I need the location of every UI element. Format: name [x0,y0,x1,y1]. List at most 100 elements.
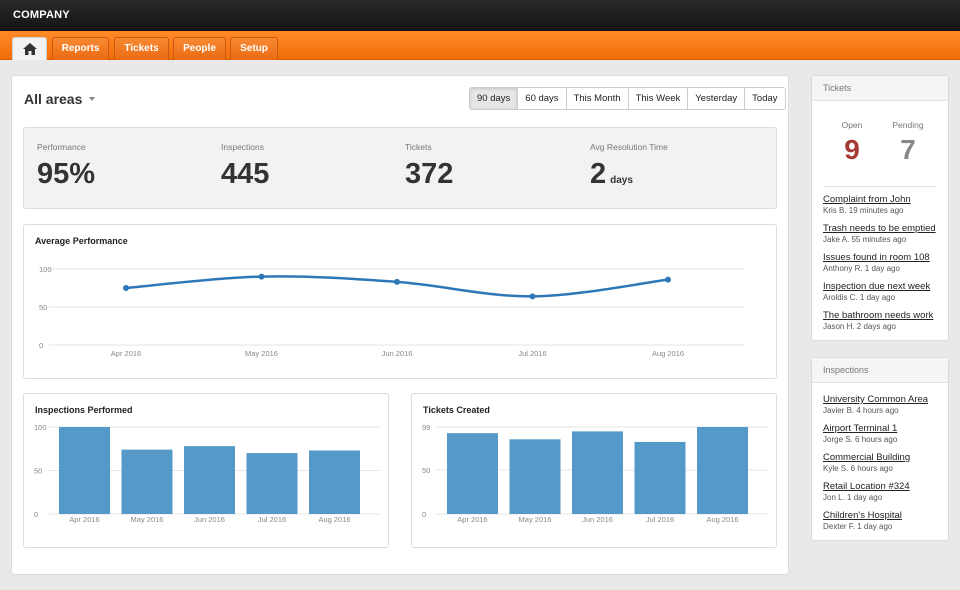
x-tick-label: Jun 2016 [582,515,613,524]
inspection-meta: Jon L. 1 day ago [823,493,883,502]
stat-label: Performance [37,142,86,152]
tab-home[interactable] [12,37,47,60]
tickets-created-chart: Tickets Created 0 50 99 Apr 2016 May 2016 Jun… [411,393,777,548]
bar [634,441,686,514]
area-selector[interactable]: All areas [24,91,82,107]
bar [697,427,748,514]
y-tick-label: 0 [39,341,43,350]
bar [121,449,173,514]
open-label: Open [841,120,863,130]
ticket-feed: Complaint from John Kris B. 19 minutes a… [823,194,936,339]
list-item: Complaint from John Kris B. 19 minutes a… [823,194,936,216]
stats-summary: Performance 95% Inspections 445 Tickets … [23,127,777,209]
ticket-link[interactable]: Issues found in room 108 [823,252,936,264]
x-tick-label: Aug 2016 [318,515,350,524]
dashboard-panel: All areas 90 days 60 days This Month Thi… [11,75,789,575]
ticket-meta: Jake A. 55 minutes ago [823,235,907,244]
ticket-meta: Kris B. 19 minutes ago [823,206,904,215]
inspection-link[interactable]: Commercial Building [823,452,928,464]
open-count[interactable]: 9 [822,134,882,166]
y-tick-label: 100 [39,265,52,274]
tab-people[interactable]: People [173,37,226,60]
inspections-panel-heading: Inspections [812,358,948,383]
pending-count[interactable]: 7 [878,134,938,166]
x-tick-label: Apr 2016 [457,515,487,524]
y-tick-label: 0 [422,510,426,519]
inspections-performed-plot: 0 50 100 Apr 2016 May 2016 Jun 2016 Jul 2016 Au… [34,423,380,524]
y-tick-label: 50 [34,467,42,476]
inspection-meta: Javier B. 4 hours ago [823,406,899,415]
data-point [394,278,400,285]
range-60-days[interactable]: 60 days [517,88,566,109]
list-item: Trash needs to be emptied Jake A. 55 min… [823,223,936,245]
ticket-meta: Anthony R. 1 day ago [823,264,900,273]
x-tick-label: Jul 2016 [646,515,674,524]
data-point [258,273,265,280]
data-point [123,285,129,291]
y-tick-label: 50 [422,466,430,475]
bar [59,427,110,514]
x-tick-label: Apr 2016 [69,515,99,524]
y-tick-label: 0 [34,510,38,519]
x-tick-label: May 2016 [131,515,164,524]
ticket-link[interactable]: The bathroom needs work [823,310,936,322]
stat-unit: days [610,175,633,186]
x-tick-label: Jun 2016 [194,515,225,524]
tab-tickets[interactable]: Tickets [114,37,169,60]
date-range-selector: 90 days 60 days This Month This Week Yes… [469,87,786,110]
stat-label: Avg Resolution Time [590,142,668,152]
stat-value: 2 days [590,158,633,190]
x-tick-label: Aug 2016 [652,349,684,358]
range-this-month[interactable]: This Month [565,88,628,109]
average-performance-chart: Average Performance 0 50 100 Apr 2016 May 20… [23,224,777,379]
x-tick-label: Jun 2016 [382,349,413,358]
bar [509,439,561,514]
list-item: The bathroom needs work Jason H. 2 days … [823,310,936,332]
x-tick-label: Apr 2016 [111,349,141,358]
range-yesterday[interactable]: Yesterday [687,88,745,109]
list-item: Issues found in room 108 Anthony R. 1 da… [823,252,936,274]
ticket-link[interactable]: Trash needs to be emptied [823,223,936,235]
pending-label: Pending [892,120,924,130]
x-tick-label: May 2016 [245,349,278,358]
ticket-link[interactable]: Complaint from John [823,194,936,206]
stat-value: 445 [221,158,270,190]
company-logo: COMPANY [13,9,70,21]
bar [309,450,360,514]
tickets-panel: Tickets Open 9 Pending 7 Complaint from … [811,75,949,341]
inspection-link[interactable]: Airport Terminal 1 [823,423,928,435]
list-item: Commercial Building Kyle S. 6 hours ago [823,452,928,474]
inspection-meta: Dexter F. 1 day ago [823,522,893,531]
tab-setup[interactable]: Setup [230,37,278,60]
data-point [529,293,536,300]
range-90-days[interactable]: 90 days [470,88,518,109]
bar [246,453,298,514]
list-item: Children's Hospital Dexter F. 1 day ago [823,510,928,532]
home-icon [23,43,37,55]
range-today[interactable]: Today [744,88,785,109]
stat-label: Tickets [405,142,432,152]
main-nav: Reports Tickets People Setup [0,31,960,60]
inspections-performed-chart: Inspections Performed 0 50 100 Apr 2016 May … [23,393,389,548]
bar [572,431,623,514]
y-tick-label: 50 [39,303,47,312]
x-tick-label: Jul 2016 [518,349,546,358]
range-this-week[interactable]: This Week [627,88,688,109]
inspections-panel: Inspections University Common Area Javie… [811,357,949,541]
inspection-link[interactable]: University Common Area [823,394,928,406]
ticket-link[interactable]: Inspection due next week [823,281,936,293]
y-tick-label: 100 [34,423,47,432]
inspection-link[interactable]: Children's Hospital [823,510,928,522]
x-tick-label: May 2016 [519,515,552,524]
inspection-link[interactable]: Retail Location #324 [823,481,928,493]
divider [823,186,936,187]
list-item: University Common Area Javier B. 4 hours… [823,394,928,416]
ticket-meta: Jason H. 2 days ago [823,322,896,331]
stat-value: 372 [405,158,454,190]
inspection-meta: Kyle S. 6 hours ago [823,464,893,473]
inspection-meta: Jorge S. 6 hours ago [823,435,898,444]
list-item: Inspection due next week Aroldis C. 1 da… [823,281,936,303]
top-bar: COMPANY [0,0,960,31]
caret-down-icon[interactable] [89,97,95,101]
tab-reports[interactable]: Reports [52,37,109,60]
